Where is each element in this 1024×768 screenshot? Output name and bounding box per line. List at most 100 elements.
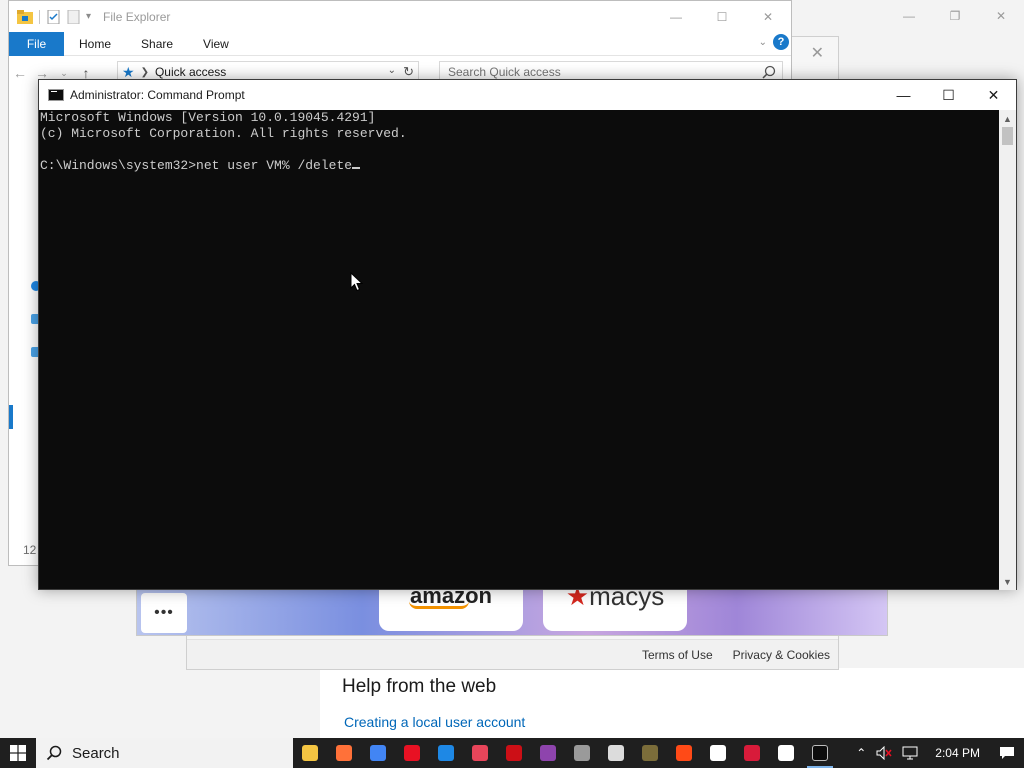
macys-logo: ★macys: [565, 589, 665, 611]
command-prompt-icon: [812, 745, 828, 761]
recent-locations-chevron-icon[interactable]: ⌄: [53, 68, 75, 79]
system-tray: ⌃ 2:04 PM: [851, 738, 1024, 768]
amazon-smile-icon: [409, 601, 469, 609]
console-prompt-line: C:\Windows\system32>net user VM% /delete: [40, 158, 1000, 174]
opera-icon: [506, 745, 522, 761]
show-hidden-icons-chevron-icon[interactable]: ⌃: [851, 746, 871, 760]
firefox-icon: [336, 745, 352, 761]
folder-icon: [17, 9, 33, 24]
taskbar-app-chrome[interactable]: [361, 738, 395, 768]
settings-help-panel: Help from the web Creating a local user …: [320, 668, 1024, 738]
console-line: Microsoft Windows [Version 10.0.19045.42…: [40, 110, 376, 125]
scrollbar-thumb[interactable]: [1002, 127, 1013, 145]
tab-home[interactable]: Home: [64, 37, 126, 51]
tab-file[interactable]: File: [9, 31, 64, 56]
ribbon-right-controls: ⌄ ?: [759, 34, 789, 50]
settings-restore-button[interactable]: ❐: [932, 0, 978, 32]
explorer-minimize-button[interactable]: —: [653, 1, 699, 32]
yandex-app-icon: [778, 745, 794, 761]
tab-share[interactable]: Share: [126, 37, 188, 51]
scroll-down-arrow-icon[interactable]: ▼: [999, 573, 1016, 590]
taskbar-app-red-app[interactable]: [395, 738, 429, 768]
explorer-titlebar: ▾ File Explorer — ☐ ✕: [9, 1, 791, 32]
taskbar-app-file-explorer[interactable]: [293, 738, 327, 768]
console-command-input[interactable]: C:\Windows\system32>net user VM% /delete: [40, 158, 352, 173]
taskbar-app-camera-app[interactable]: [463, 738, 497, 768]
explorer-title: File Explorer: [103, 9, 171, 24]
help-from-web-heading: Help from the web: [342, 676, 497, 697]
taskbar-app-orange-app[interactable]: [667, 738, 701, 768]
taskbar-app-game-app[interactable]: [531, 738, 565, 768]
chrome-icon: [370, 745, 386, 761]
cmd-vertical-scrollbar[interactable]: ▲ ▼: [999, 110, 1016, 590]
expand-ribbon-chevron-icon[interactable]: ⌄: [759, 37, 767, 48]
taskbar-app-media-app[interactable]: [735, 738, 769, 768]
media-app-icon: [744, 745, 760, 761]
taskbar-app-settings-app[interactable]: [701, 738, 735, 768]
creating-local-account-link[interactable]: Creating a local user account: [344, 714, 525, 730]
minecraft-app-icon: [642, 745, 658, 761]
taskbar-app-minecraft-app[interactable]: [633, 738, 667, 768]
more-tiles-button[interactable]: •••: [141, 593, 187, 633]
orange-app-icon: [676, 745, 692, 761]
refresh-icon[interactable]: ↻: [403, 64, 414, 80]
browser-close-icon[interactable]: ✕: [811, 43, 824, 63]
browser-footer: Terms of Use Privacy & Cookies: [187, 639, 838, 669]
taskbar-app-opera[interactable]: [497, 738, 531, 768]
taskbar-app-shield-app[interactable]: [429, 738, 463, 768]
file-explorer-icon: [302, 745, 318, 761]
windows-logo-icon: [10, 745, 26, 761]
settings-caption-buttons: — ❐ ✕: [886, 0, 1024, 32]
explorer-maximize-button[interactable]: ☐: [699, 1, 745, 32]
taskbar: Search ⌃ 2:04 PM: [0, 738, 1024, 768]
cmd-close-button[interactable]: ✕: [971, 80, 1016, 110]
new-folder-icon[interactable]: [66, 9, 82, 24]
help-icon[interactable]: ?: [773, 34, 789, 50]
taskbar-pinned-apps: [293, 738, 837, 768]
explorer-search-input[interactable]: [448, 65, 748, 79]
scroll-up-arrow-icon[interactable]: ▲: [999, 110, 1016, 127]
taskbar-clock[interactable]: 2:04 PM: [925, 746, 990, 760]
amazon-tile[interactable]: amazon: [379, 589, 523, 631]
selected-item-indicator: [9, 405, 13, 429]
properties-icon[interactable]: [46, 9, 62, 24]
console-output[interactable]: Microsoft Windows [Version 10.0.19045.42…: [39, 110, 1000, 590]
back-arrow-icon[interactable]: ←: [9, 65, 31, 81]
settings-app-icon: [710, 745, 726, 761]
taskbar-app-steam-like-app[interactable]: [599, 738, 633, 768]
taskbar-app-command-prompt[interactable]: [803, 738, 837, 768]
search-icon: [46, 745, 62, 761]
settings-close-button[interactable]: ✕: [978, 0, 1024, 32]
explorer-status-item-count: 12: [23, 543, 37, 557]
privacy-cookies-link[interactable]: Privacy & Cookies: [733, 648, 830, 662]
volume-muted-icon[interactable]: [871, 746, 897, 760]
breadcrumb-separator-icon[interactable]: ❯: [141, 67, 149, 78]
customize-toolbar-chevron-icon[interactable]: ▾: [86, 11, 91, 22]
terms-of-use-link[interactable]: Terms of Use: [642, 648, 713, 662]
explorer-caption-buttons: — ☐ ✕: [653, 1, 791, 32]
macys-tile[interactable]: ★macys: [543, 589, 687, 631]
taskbar-app-yandex-app[interactable]: [769, 738, 803, 768]
explorer-close-button[interactable]: ✕: [745, 1, 791, 32]
taskbar-app-tank-app[interactable]: [565, 738, 599, 768]
shield-app-icon: [438, 745, 454, 761]
console-line: (c) Microsoft Corporation. All rights re…: [40, 126, 407, 141]
cmd-maximize-button[interactable]: ☐: [926, 80, 971, 110]
network-icon[interactable]: [897, 746, 925, 760]
tank-app-icon: [574, 745, 590, 761]
start-button[interactable]: [0, 738, 36, 768]
settings-minimize-button[interactable]: —: [886, 0, 932, 32]
browser-tile-strip: ••• amazon ★macys: [136, 588, 888, 636]
address-dropdown-icon[interactable]: ⌄: [388, 65, 396, 76]
quick-access-toolbar: ▾: [9, 9, 91, 24]
quick-access-star-icon: ★: [122, 63, 135, 80]
taskbar-app-firefox[interactable]: [327, 738, 361, 768]
taskbar-search-box[interactable]: Search: [36, 738, 293, 768]
action-center-icon[interactable]: [990, 738, 1024, 768]
command-prompt-icon[interactable]: [48, 89, 64, 101]
steam-like-app-icon: [608, 745, 624, 761]
cmd-minimize-button[interactable]: —: [881, 80, 926, 110]
cmd-caption-buttons: — ☐ ✕: [881, 80, 1016, 110]
breadcrumb-quick-access[interactable]: Quick access: [155, 65, 226, 79]
tab-view[interactable]: View: [188, 37, 244, 51]
